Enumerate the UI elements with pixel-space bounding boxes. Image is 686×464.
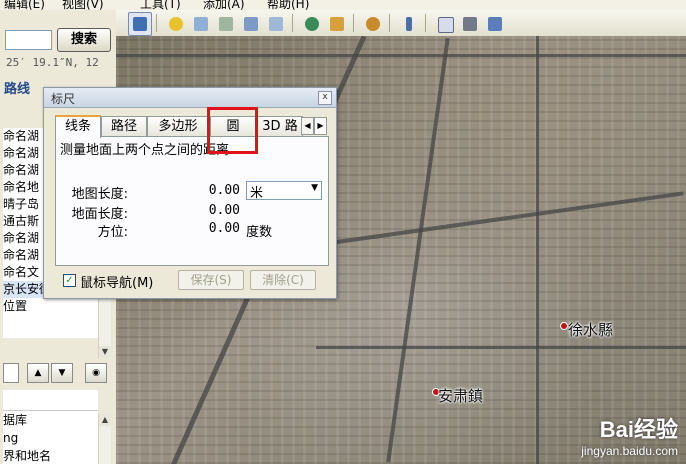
toolbar: [116, 10, 686, 37]
nav-field[interactable]: [3, 363, 19, 383]
ruler-tabs: 线条 路径 多边形 圆 3D 路 ◀ ▶: [55, 115, 327, 138]
dialog-title: 标尺: [51, 92, 76, 106]
search-button[interactable]: 搜索: [57, 28, 111, 52]
watermark-url: jingyan.baidu.com: [581, 444, 678, 458]
history-icon[interactable]: [300, 12, 324, 36]
sidebar-toggle-icon[interactable]: [128, 12, 152, 36]
places-nav-bar: ▲ ▼ ◉: [3, 363, 113, 383]
toolbar-separator: [389, 14, 390, 32]
search-input[interactable]: [5, 30, 52, 50]
map-road: [316, 346, 686, 349]
layers-list: 据库 ng 界和地名: [3, 390, 98, 464]
toolbar-separator: [292, 14, 293, 32]
toolbar-separator: [156, 14, 157, 32]
menu-help[interactable]: 帮助(H): [267, 0, 309, 10]
move-up-icon[interactable]: ▲: [27, 363, 49, 383]
menu-edit[interactable]: 编辑(E): [4, 0, 45, 10]
place-label[interactable]: 安肃鎮: [438, 385, 483, 406]
mouse-nav-label[interactable]: 鼠标导航(M): [80, 272, 153, 291]
tab-route[interactable]: 路线: [4, 78, 30, 97]
layer-item[interactable]: ng: [3, 429, 98, 447]
watermark: Bai经验 jingyan.baidu.com: [581, 412, 678, 458]
place-pin-icon[interactable]: [560, 322, 568, 330]
layers-scrollbar[interactable]: ▲: [98, 414, 111, 464]
scroll-up-icon[interactable]: ▲: [99, 414, 111, 426]
menu-add[interactable]: 添加(A): [203, 0, 245, 10]
heading-label: 方位:: [97, 225, 128, 240]
sunlight-icon[interactable]: [325, 12, 349, 36]
tab-3d-path[interactable]: 3D 路: [257, 116, 303, 136]
tab-scroll-right-icon[interactable]: ▶: [314, 117, 327, 135]
menu-view[interactable]: 视图(V): [62, 0, 104, 10]
save-image-icon[interactable]: [483, 12, 507, 36]
map-road: [116, 54, 686, 57]
unit-select[interactable]: 米 ▼: [246, 181, 322, 201]
ground-length-value: 0.00: [208, 203, 240, 218]
menu-bar: 编辑(E) 视图(V) 工具(T) 添加(A) 帮助(H): [0, 0, 686, 10]
annotation-highlight-box: [207, 107, 258, 154]
tab-path[interactable]: 路径: [101, 116, 147, 136]
tour-icon[interactable]: [264, 12, 288, 36]
chevron-down-icon: ▼: [311, 183, 318, 193]
print-icon[interactable]: [458, 12, 482, 36]
ruler-panel: 测量地面上两个点之间的距离 地图长度: 0.00 米 ▼ 地面长度: 0.00 …: [55, 136, 329, 266]
save-button[interactable]: 保存(S): [178, 270, 244, 290]
menu-tools[interactable]: 工具(T): [140, 0, 181, 10]
move-down-icon[interactable]: ▼: [51, 363, 73, 383]
measure-description: 测量地面上两个点之间的距离: [60, 143, 230, 158]
toolbar-separator: [425, 14, 426, 32]
close-icon[interactable]: x: [318, 91, 332, 105]
ground-length-label: 地面长度:: [71, 207, 128, 222]
heading-unit: 度数: [246, 225, 273, 240]
polygon-icon[interactable]: [189, 12, 213, 36]
ruler-dialog: 标尺 x 线条 路径 多边形 圆 3D 路 ◀ ▶ 测量地面上两个点之间的距离 …: [43, 87, 337, 299]
image-overlay-icon[interactable]: [239, 12, 263, 36]
planets-icon[interactable]: [361, 12, 385, 36]
mouse-nav-checkbox[interactable]: ✓: [63, 274, 76, 287]
place-label[interactable]: 徐水縣: [568, 319, 613, 340]
heading-value: 0.00: [208, 221, 240, 236]
path-icon[interactable]: [214, 12, 238, 36]
clear-button[interactable]: 清除(C): [250, 270, 316, 290]
placemark-icon[interactable]: [164, 12, 188, 36]
map-length-value: 0.00: [208, 183, 240, 198]
map-length-label: 地图长度:: [71, 187, 128, 202]
tab-polygon[interactable]: 多边形: [147, 116, 209, 136]
coordinate-readout: 25′ 19.1″N, 12: [6, 56, 99, 69]
dialog-titlebar[interactable]: 标尺 x: [44, 88, 336, 108]
layer-item[interactable]: 据库: [3, 411, 98, 429]
layers-header: [3, 390, 98, 411]
map-road: [536, 36, 539, 464]
tab-scroll-left-icon[interactable]: ◀: [301, 117, 314, 135]
toolbar-separator: [353, 14, 354, 32]
email-icon[interactable]: [433, 12, 457, 36]
tab-line[interactable]: 线条: [55, 115, 101, 138]
scroll-down-icon[interactable]: ▼: [99, 346, 111, 358]
ruler-icon[interactable]: [397, 12, 421, 36]
layer-item[interactable]: 界和地名: [3, 447, 98, 464]
view-options-icon[interactable]: ◉: [85, 363, 107, 383]
unit-selected: 米: [250, 186, 264, 201]
list-item[interactable]: 位置: [3, 298, 98, 315]
watermark-logo: Bai经验: [599, 417, 678, 442]
